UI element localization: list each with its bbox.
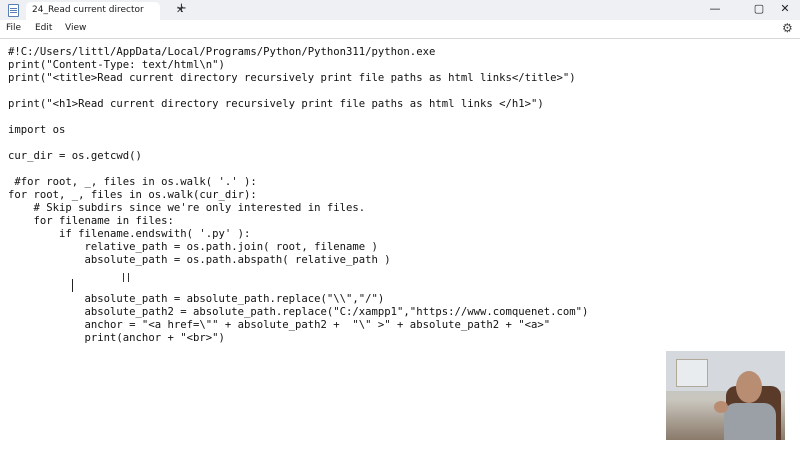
webcam-person-head bbox=[736, 371, 762, 403]
text-caret bbox=[72, 279, 73, 292]
code-line: for filename in files: bbox=[8, 215, 174, 227]
code-line: print("<title>Read current directory rec… bbox=[8, 72, 576, 84]
title-bar: 24_Read current directory recursive ✕ + … bbox=[0, 0, 800, 20]
code-line: #for root, _, files in os.walk( '.' ): bbox=[8, 176, 257, 188]
menu-file[interactable]: File bbox=[6, 23, 21, 33]
webcam-overlay bbox=[666, 351, 785, 440]
code-line: print(anchor + "<br>") bbox=[8, 332, 225, 344]
tab-title: 24_Read current directory recursive bbox=[32, 5, 144, 15]
notepad-icon bbox=[8, 4, 19, 17]
webcam-person-hand bbox=[714, 401, 728, 413]
close-window-button[interactable]: ✕ bbox=[770, 1, 800, 17]
tab-active-file[interactable]: 24_Read current directory recursive ✕ bbox=[26, 2, 184, 20]
menu-bar: File Edit View ⚙ bbox=[0, 20, 800, 38]
menu-edit[interactable]: Edit bbox=[35, 23, 52, 33]
code-line: absolute_path2 = absolute_path.replace("… bbox=[8, 306, 589, 318]
code-content[interactable]: #!C:/Users/littl/AppData/Local/Programs/… bbox=[8, 46, 588, 345]
code-line: import os bbox=[8, 124, 66, 136]
mouse-cursor-icon bbox=[123, 273, 129, 282]
code-line: absolute_path = absolute_path.replace("\… bbox=[8, 293, 385, 305]
code-line: if filename.endswith( '.py' ): bbox=[8, 228, 251, 240]
code-line: print("<h1>Read current directory recurs… bbox=[8, 98, 544, 110]
code-line: # Skip subdirs since we're only interest… bbox=[8, 202, 366, 214]
code-line: cur_dir = os.getcwd() bbox=[8, 150, 142, 162]
code-line: print("Content-Type: text/html\n") bbox=[8, 59, 225, 71]
webcam-window bbox=[676, 359, 708, 387]
code-line: absolute_path = os.path.abspath( relativ… bbox=[8, 254, 391, 266]
minimize-button[interactable]: — bbox=[700, 1, 730, 17]
code-line: relative_path = os.path.join( root, file… bbox=[8, 241, 378, 253]
code-line: anchor = "<a href=\"" + absolute_path2 +… bbox=[8, 319, 551, 331]
settings-gear-icon[interactable]: ⚙ bbox=[782, 21, 793, 35]
menu-view[interactable]: View bbox=[65, 23, 86, 33]
code-line: #!C:/Users/littl/AppData/Local/Programs/… bbox=[8, 46, 436, 58]
code-line: for root, _, files in os.walk(cur_dir): bbox=[8, 189, 257, 201]
webcam-person-body bbox=[724, 403, 776, 440]
new-tab-button[interactable]: + bbox=[176, 2, 187, 16]
